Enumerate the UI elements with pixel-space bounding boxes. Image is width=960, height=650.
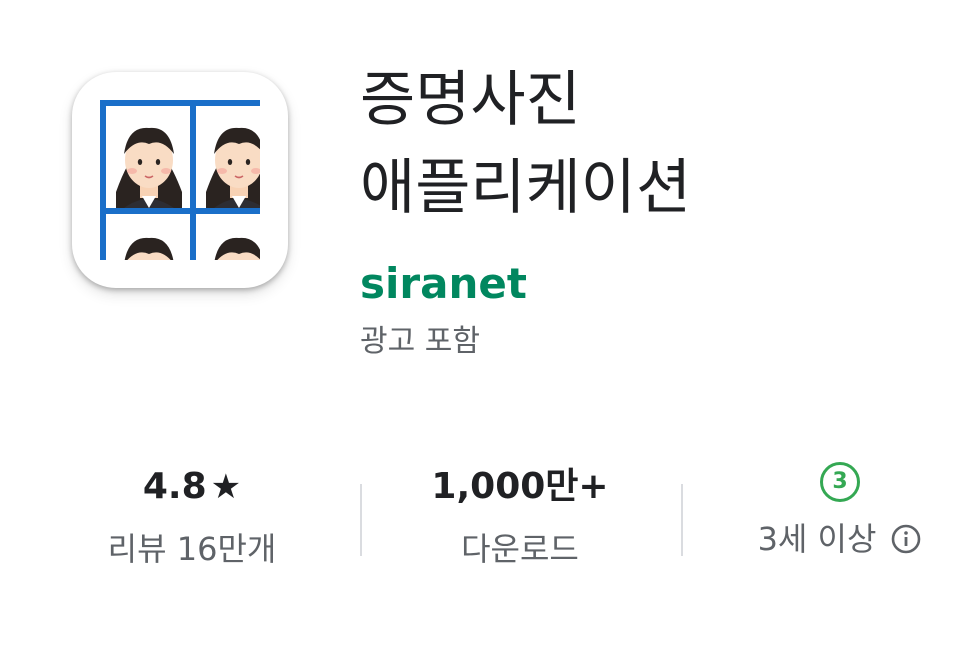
app-icon xyxy=(72,72,288,288)
id-photo-grid-icon xyxy=(100,100,260,260)
age-badge-row: 3 xyxy=(730,462,950,502)
stat-divider xyxy=(360,484,362,556)
review-count: 리뷰 16만개 xyxy=(107,530,277,568)
ad-notice: 광고 포함 xyxy=(360,324,480,359)
developer-link[interactable]: siranet xyxy=(360,258,527,310)
app-title: 증명사진 애플리케이션 xyxy=(360,56,920,232)
age-rating-label-row: 3세 이상 xyxy=(730,516,950,562)
rating-value: 4.8 xyxy=(142,466,207,507)
downloads-label: 다운로드 xyxy=(461,530,579,568)
info-icon[interactable] xyxy=(890,523,922,555)
app-title-line2: 애플리케이션 xyxy=(360,153,692,223)
age-rating-badge: 3 xyxy=(820,462,860,502)
downloads-value: 1,000만+ xyxy=(431,466,609,507)
downloads-stat: 1,000만+ 다운로드 xyxy=(410,462,630,572)
age-rating-label: 3세 이상 xyxy=(757,520,877,558)
app-title-line1: 증명사진 xyxy=(360,65,581,135)
age-rating-stat[interactable]: 3 3세 이상 xyxy=(730,462,950,562)
star-icon: ★ xyxy=(210,467,242,507)
rating-value-row: 4.8 ★ xyxy=(82,462,302,512)
rating-stat[interactable]: 4.8 ★ 리뷰 16만개 xyxy=(82,462,302,572)
stat-divider xyxy=(681,484,683,556)
